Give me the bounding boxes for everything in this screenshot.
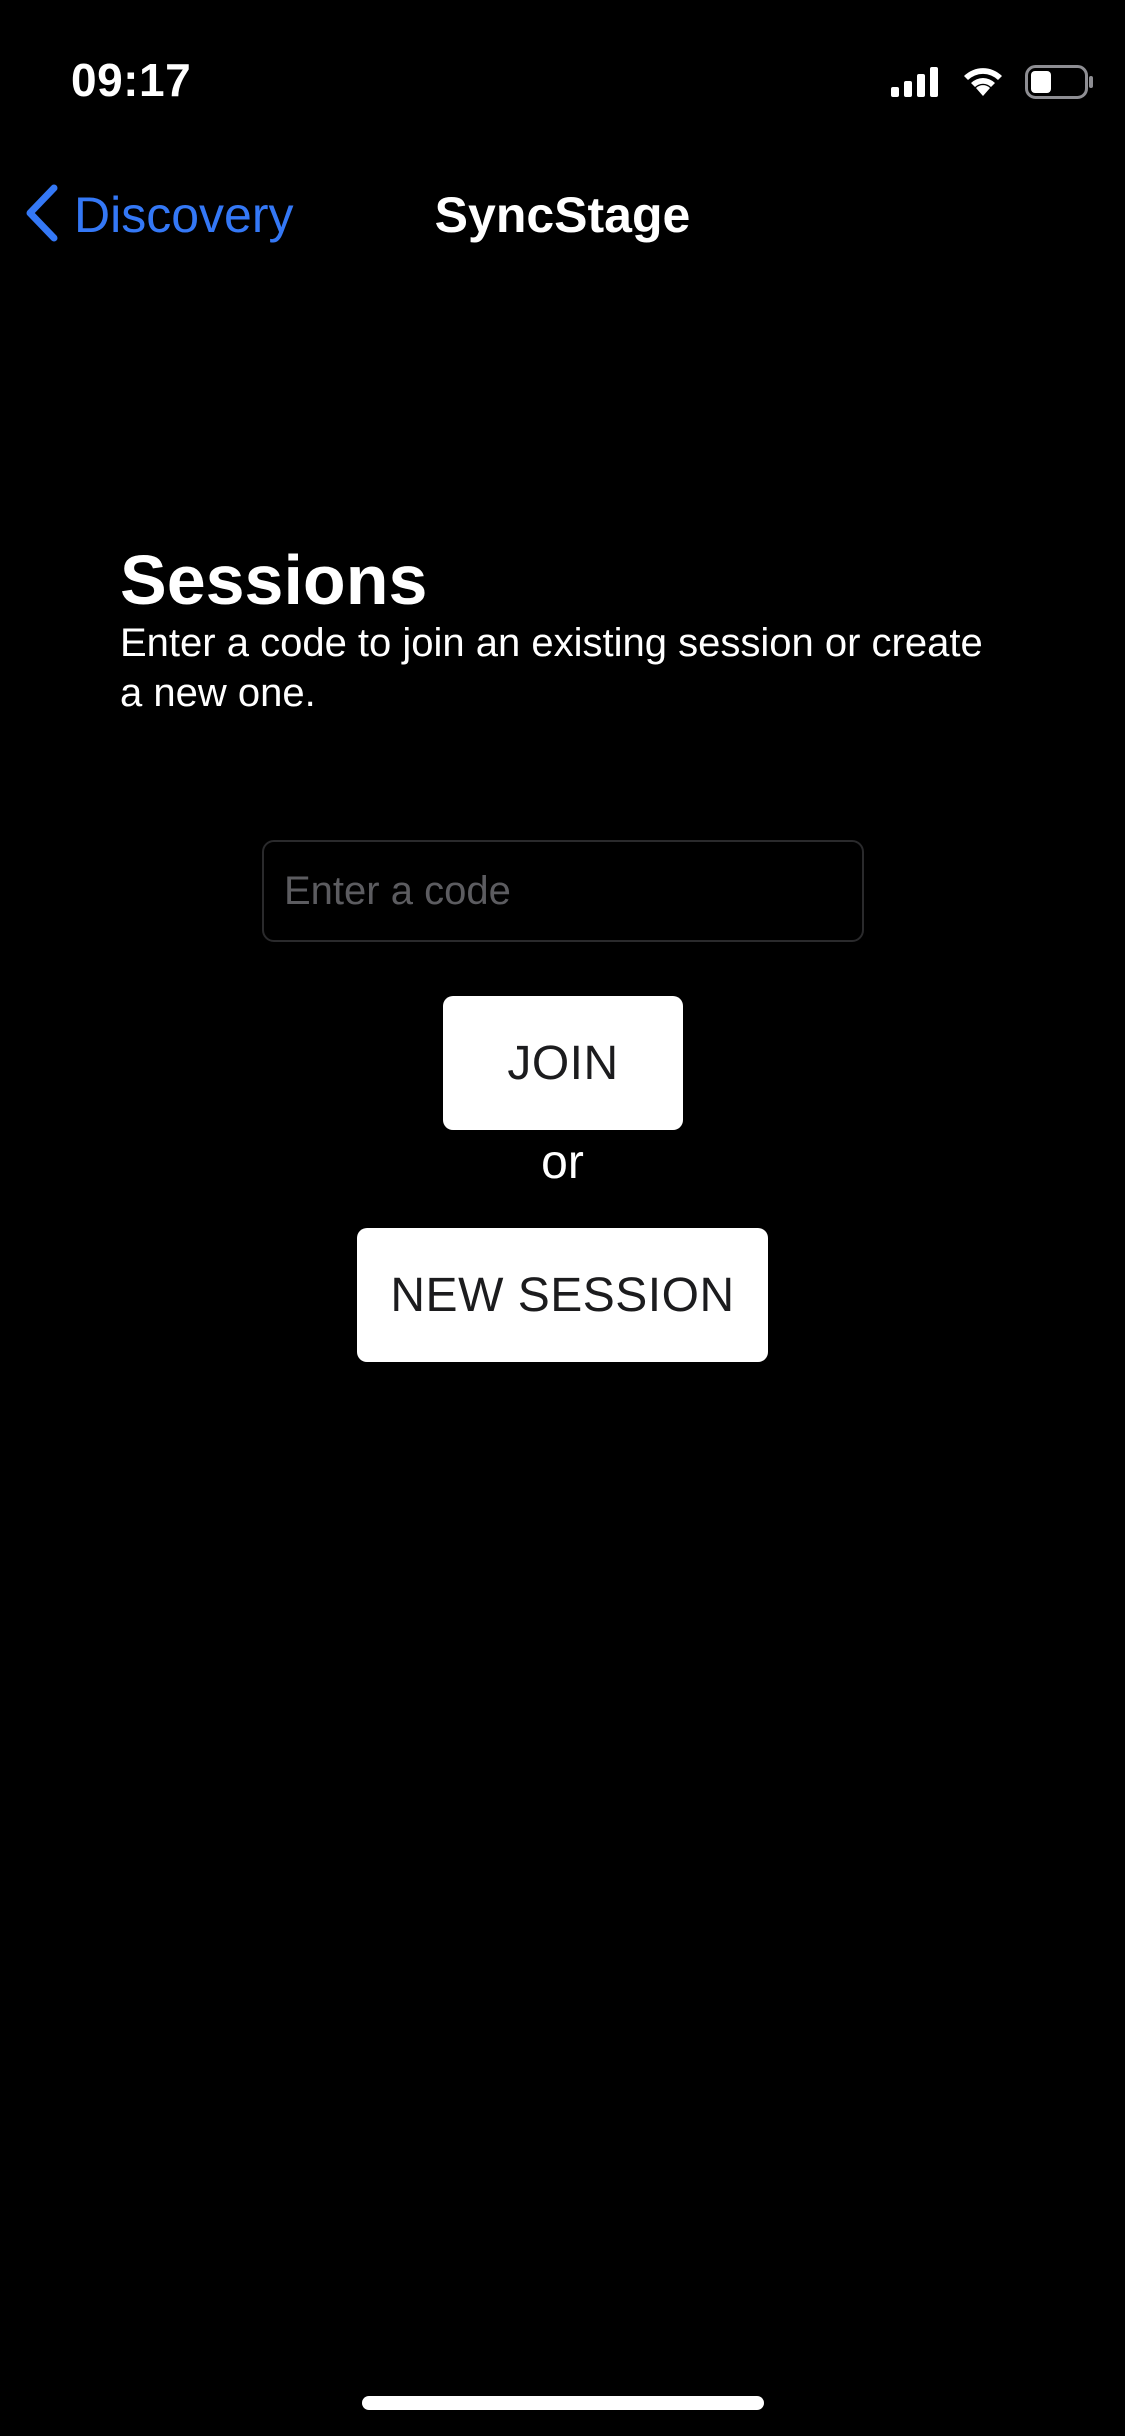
status-icons [891, 62, 1095, 102]
battery-icon [1025, 65, 1095, 99]
cellular-signal-icon [891, 67, 941, 97]
page-title: SyncStage [434, 187, 691, 243]
sessions-heading: Sessions [120, 541, 428, 619]
status-bar: 09:17 [0, 0, 1125, 150]
sessions-description: Enter a code to join an existing session… [120, 621, 983, 715]
join-button[interactable]: JOIN [443, 996, 683, 1130]
or-separator-label: or [541, 1136, 584, 1189]
status-time: 09:17 [71, 54, 192, 106]
new-session-button[interactable]: NEW SESSION [357, 1228, 768, 1362]
navigation-bar: Discovery SyncStage [0, 170, 1125, 260]
wifi-icon [961, 66, 1005, 98]
session-code-input[interactable] [262, 840, 864, 942]
home-indicator[interactable] [362, 2396, 764, 2410]
